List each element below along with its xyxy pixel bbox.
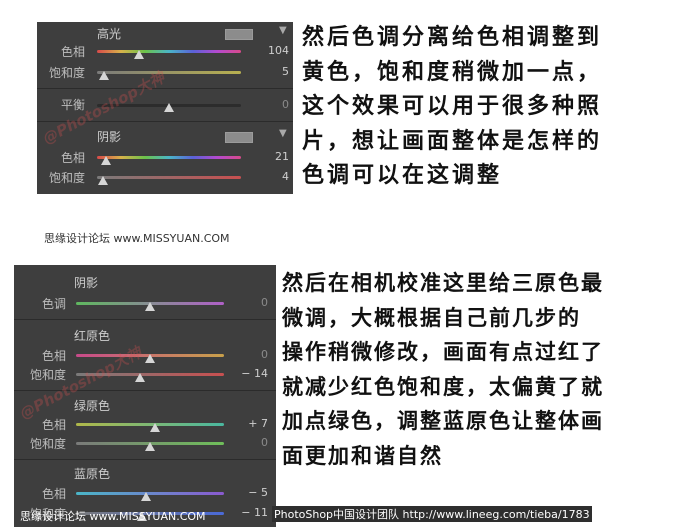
- blue-hue-thumb[interactable]: [141, 492, 152, 501]
- calib-tint-thumb[interactable]: [145, 302, 155, 311]
- shadows-color-swatch[interactable]: [225, 132, 253, 143]
- highlights-hue-slider[interactable]: [97, 50, 241, 53]
- text-line: 操作稍微修改，画面有点过红了: [282, 340, 604, 364]
- highlights-saturation-thumb[interactable]: [99, 71, 110, 80]
- highlights-saturation-value[interactable]: 5: [247, 65, 289, 78]
- triangle-down-icon[interactable]: ▼: [279, 25, 287, 36]
- blue-hue-label: 色相: [41, 487, 66, 501]
- green-primary-title: 绿原色: [74, 399, 111, 413]
- shadows-saturation-label: 饱和度: [48, 171, 85, 185]
- triangle-down-icon[interactable]: ▼: [279, 128, 287, 139]
- red-saturation-thumb[interactable]: [134, 373, 145, 382]
- highlights-saturation-slider[interactable]: [97, 71, 241, 74]
- highlights-color-swatch[interactable]: [225, 29, 253, 40]
- highlights-hue-thumb[interactable]: [133, 50, 144, 59]
- balance-thumb[interactable]: [164, 103, 174, 112]
- green-hue-value[interactable]: + 7: [228, 417, 268, 430]
- section-divider: [37, 88, 293, 89]
- section-divider: [14, 319, 276, 320]
- blue-primary-title: 蓝原色: [74, 467, 111, 481]
- highlights-saturation-label: 饱和度: [48, 66, 85, 80]
- text-line: 这个效果可以用于很多种照: [302, 94, 603, 119]
- red-hue-value[interactable]: 0: [228, 348, 268, 361]
- section-divider: [14, 459, 276, 460]
- text-line: 就减少红色饱和度，太偏黄了就: [282, 374, 604, 399]
- red-primary-title: 红原色: [74, 329, 111, 343]
- tutorial-text-2: 然后在相机校准这里给三原色最 微调，大概根据自己前几步的 操作稍微修改，画面有点…: [282, 266, 604, 473]
- green-saturation-label: 饱和度: [29, 437, 66, 451]
- text-line: 色调可以在这调整: [302, 163, 503, 188]
- caption-1: 思缘设计论坛 www.MISSYUAN.COM: [44, 232, 230, 245]
- calib-shadows-title: 阴影: [74, 276, 99, 290]
- shadows-hue-value[interactable]: 21: [247, 150, 289, 163]
- shadows-hue-slider[interactable]: [97, 156, 241, 159]
- text-line: 黄色，饱和度稍微加一点，: [302, 59, 603, 85]
- calib-tint-value[interactable]: 0: [228, 296, 268, 309]
- highlights-hue-value[interactable]: 104: [247, 44, 289, 57]
- highlights-hue-label: 色相: [60, 45, 85, 59]
- blue-hue-value[interactable]: − 5: [228, 486, 268, 499]
- footer-credit: PhotoShop中国设计团队 http://www.lineeg.com/ti…: [272, 506, 592, 522]
- red-hue-label: 色相: [41, 349, 66, 363]
- shadows-title: 阴影: [97, 130, 122, 144]
- text-line: 面更加和谐自然: [282, 443, 443, 468]
- text-line: 然后在相机校准这里给三原色最: [282, 271, 604, 295]
- shadows-hue-label: 色相: [60, 151, 85, 165]
- camera-calibration-panel: 阴影 色调 0 红原色 色相 0 饱和度 − 14 绿原色 色相 + 7 饱和度…: [14, 265, 276, 527]
- green-saturation-thumb[interactable]: [145, 442, 155, 451]
- highlights-title: 高光: [97, 27, 122, 41]
- balance-value[interactable]: 0: [247, 98, 289, 111]
- text-line: 片，想让画面整体是怎样的: [302, 128, 603, 154]
- tutorial-text-1: 然后色调分离给色相调整到 黄色，饱和度稍微加一点， 这个效果可以用于很多种照 片…: [302, 21, 602, 194]
- shadows-saturation-slider[interactable]: [97, 176, 241, 179]
- red-hue-thumb[interactable]: [145, 354, 155, 363]
- green-hue-label: 色相: [41, 418, 66, 432]
- text-line: 然后色调分离给色相调整到: [302, 25, 603, 50]
- green-hue-thumb[interactable]: [150, 423, 161, 432]
- red-saturation-label: 饱和度: [29, 368, 66, 382]
- text-line: 加点绿色，调整蓝原色让整体画: [282, 409, 604, 433]
- green-saturation-value[interactable]: 0: [228, 436, 268, 449]
- shadows-saturation-thumb[interactable]: [97, 176, 108, 185]
- blue-saturation-value[interactable]: − 11: [228, 506, 268, 519]
- calib-tint-label: 色调: [41, 297, 66, 311]
- split-toning-panel: 高光 ▼ 色相 104 饱和度 5 平衡 0 阴影 ▼ 色相 21 饱和度 4 …: [37, 22, 293, 194]
- caption-2: 思缘设计论坛 www.MISSYUAN.COM: [20, 510, 206, 523]
- text-line: 微调，大概根据自己前几步的: [282, 305, 581, 330]
- shadows-saturation-value[interactable]: 4: [247, 170, 289, 183]
- red-saturation-value[interactable]: − 14: [228, 367, 268, 380]
- shadows-hue-thumb[interactable]: [100, 156, 111, 165]
